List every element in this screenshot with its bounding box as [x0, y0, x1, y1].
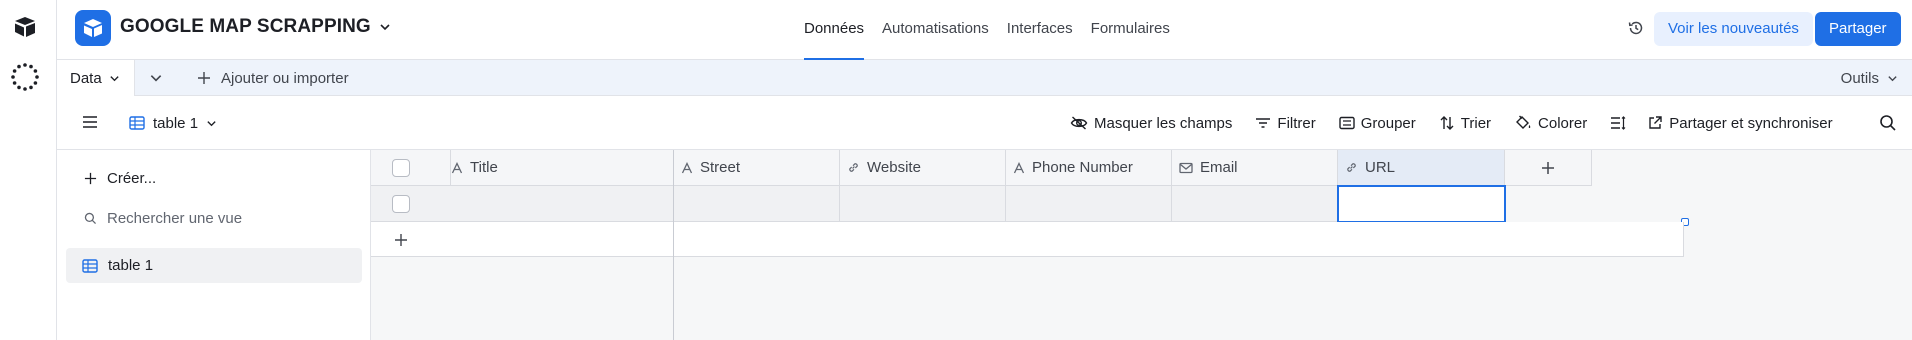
frozen-column-divider [673, 150, 674, 340]
chevron-down-icon [1887, 73, 1898, 84]
row-height-button[interactable] [1610, 116, 1626, 130]
column-header-phone-number[interactable]: Phone Number [1006, 150, 1172, 186]
cell-street[interactable] [674, 186, 840, 222]
airtable-logo-icon[interactable] [14, 16, 36, 38]
top-tabs: Données Automatisations Interfaces Formu… [804, 0, 1170, 60]
column-label: Email [1200, 159, 1238, 176]
create-label: Créer... [107, 170, 157, 187]
add-or-import-button[interactable]: Ajouter ou importer [197, 60, 349, 96]
column-header-street[interactable]: Street [674, 150, 840, 186]
email-field-icon [1179, 162, 1193, 174]
loading-spinner-icon [10, 62, 40, 92]
color-button[interactable]: Colorer [1514, 115, 1587, 132]
table-tab-label: Data [70, 69, 102, 87]
app-rail [0, 0, 57, 340]
select-all-checkbox[interactable] [392, 158, 410, 177]
column-header-title[interactable]: Title [451, 150, 674, 186]
base-icon[interactable] [75, 10, 111, 46]
filter-label: Filtrer [1277, 114, 1316, 132]
column-label: Title [470, 159, 498, 176]
group-label: Grouper [1360, 114, 1416, 132]
tools-menu[interactable]: Outils [1841, 60, 1898, 96]
add-field-button[interactable] [1505, 150, 1592, 186]
chevron-down-icon [206, 118, 217, 129]
cell-url-selected[interactable] [1337, 185, 1506, 223]
create-view-button[interactable]: Créer... [84, 170, 156, 187]
grid-view-icon [129, 116, 145, 130]
table-row[interactable] [371, 186, 674, 222]
more-tables-chevron-icon[interactable] [149, 71, 163, 85]
column-label: Website [867, 159, 921, 176]
base-name-dropdown[interactable]: GOOGLE MAP SCRAPPING [120, 16, 391, 38]
text-field-icon [451, 161, 463, 174]
whats-new-button[interactable]: Voir les nouveautés [1654, 12, 1813, 46]
column-label: URL [1365, 159, 1396, 176]
link-field-icon [847, 161, 860, 174]
base-name: GOOGLE MAP SCRAPPING [120, 16, 371, 37]
view-search-placeholder: Rechercher une vue [107, 210, 243, 227]
filter-icon [1255, 116, 1271, 130]
tools-label: Outils [1840, 69, 1879, 87]
top-header: GOOGLE MAP SCRAPPING Données Automatisat… [57, 0, 1912, 60]
tab-formulaires[interactable]: Formulaires [1091, 0, 1170, 60]
external-link-icon [1647, 115, 1663, 131]
sort-icon [1439, 115, 1455, 131]
link-field-icon [1345, 161, 1358, 174]
cell-website[interactable] [840, 186, 1006, 222]
hide-fields-button[interactable]: Masquer les champs [1070, 115, 1232, 132]
column-header-url[interactable]: URL [1338, 150, 1505, 186]
view-name: table 1 [153, 114, 199, 132]
tab-interfaces[interactable]: Interfaces [1007, 0, 1073, 60]
text-field-icon [1013, 161, 1025, 174]
row-height-icon [1610, 116, 1626, 130]
hide-fields-label: Masquer les champs [1094, 114, 1233, 132]
column-label: Street [700, 159, 741, 176]
share-sync-label: Partager et synchroniser [1669, 114, 1833, 132]
view-search-input[interactable]: Rechercher une vue [84, 210, 242, 227]
search-icon[interactable] [1879, 114, 1897, 132]
filter-button[interactable]: Filtrer [1255, 114, 1316, 132]
cell-phone-number[interactable] [1006, 186, 1172, 222]
sidebar-view-label: table 1 [108, 257, 154, 274]
share-button[interactable]: Partager [1815, 12, 1901, 46]
add-or-import-label: Ajouter ou importer [221, 69, 349, 87]
plus-icon [197, 71, 211, 85]
paint-bucket-icon [1514, 115, 1532, 131]
share-sync-button[interactable]: Partager et synchroniser [1647, 114, 1833, 132]
text-field-icon [681, 161, 693, 174]
tab-donnees[interactable]: Données [804, 0, 865, 60]
column-header-email[interactable]: Email [1172, 150, 1338, 186]
group-button[interactable]: Grouper [1339, 115, 1416, 132]
cell-email[interactable] [1172, 186, 1338, 222]
sort-label: Trier [1460, 114, 1492, 132]
data-grid: Title Street Website Phone Number Email … [371, 150, 1912, 340]
plus-icon [394, 233, 408, 247]
hamburger-menu-icon[interactable] [82, 115, 98, 129]
view-actions: Masquer les champs Filtrer Grouper Trier… [1070, 96, 1856, 150]
chevron-down-icon [379, 21, 391, 33]
table-tab-data[interactable]: Data [57, 60, 135, 96]
sort-button[interactable]: Trier [1439, 115, 1491, 132]
search-icon [84, 212, 97, 225]
column-label: Phone Number [1032, 159, 1133, 176]
tab-automatisations[interactable]: Automatisations [882, 0, 989, 60]
view-toolbar: table 1 Masquer les champs Filtrer Group… [57, 96, 1912, 150]
column-header-website[interactable]: Website [840, 150, 1006, 186]
group-icon [1339, 116, 1355, 130]
grid-view-icon [82, 258, 98, 273]
plus-icon [1541, 161, 1555, 175]
color-label: Colorer [1538, 114, 1588, 132]
plus-icon [84, 172, 97, 185]
views-sidebar: Créer... Rechercher une vue table 1 [57, 150, 371, 340]
sidebar-view-table-1[interactable]: table 1 [66, 248, 362, 283]
table-tabs-bar: Data Ajouter ou importer Outils [57, 60, 1912, 96]
eye-off-icon [1070, 115, 1088, 131]
select-all-header [371, 150, 451, 186]
add-record-row[interactable] [371, 222, 1684, 257]
row-checkbox[interactable] [392, 194, 410, 213]
history-icon[interactable] [1627, 19, 1645, 37]
chevron-down-icon [109, 73, 120, 84]
view-switcher[interactable]: table 1 [129, 96, 217, 150]
